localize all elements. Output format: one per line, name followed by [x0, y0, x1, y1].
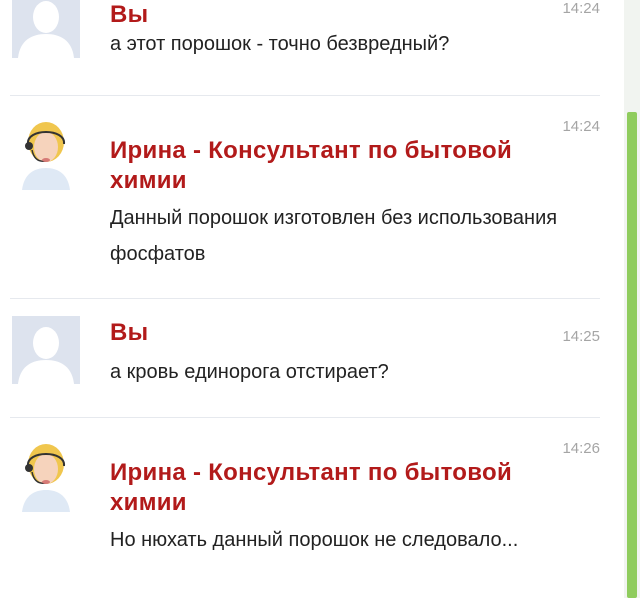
user-avatar-icon	[12, 0, 80, 58]
chat-window: Вы 14:24 а этот порошок - точно безвредн…	[0, 0, 640, 598]
message-text: а этот порошок - точно безвредный?	[110, 33, 450, 55]
consultant-avatar-icon	[12, 432, 80, 514]
consultant-avatar-icon	[12, 110, 80, 192]
chat-message: Вы 14:24 а этот порошок - точно безвредн…	[0, 0, 612, 90]
chat-message: Вы 14:25 а кровь единорога отстирает?	[0, 298, 612, 416]
message-time: 14:24	[562, 118, 600, 135]
scrollbar-track[interactable]	[624, 0, 640, 598]
message-text: Но нюхать данный порошок не следовало...	[110, 529, 519, 551]
message-time: 14:24	[562, 0, 600, 17]
user-avatar-icon	[12, 316, 80, 384]
message-author: Ирина - Консультант по бытовой химии	[110, 137, 513, 194]
message-text: Данный порошок изготовлен без использова…	[110, 207, 558, 265]
message-time: 14:25	[562, 328, 600, 345]
scrollbar-thumb[interactable]	[627, 112, 637, 598]
chat-message: 14:24 Ирина - Консультант по бытовой хим…	[0, 96, 612, 296]
message-author: Ирина - Консультант по бытовой химии	[110, 459, 513, 516]
chat-message: 14:26 Ирина - Консультант по бытовой хим…	[0, 418, 612, 598]
message-time: 14:26	[562, 440, 600, 457]
message-author: Вы	[110, 319, 149, 346]
message-text: а кровь единорога отстирает?	[110, 361, 389, 383]
